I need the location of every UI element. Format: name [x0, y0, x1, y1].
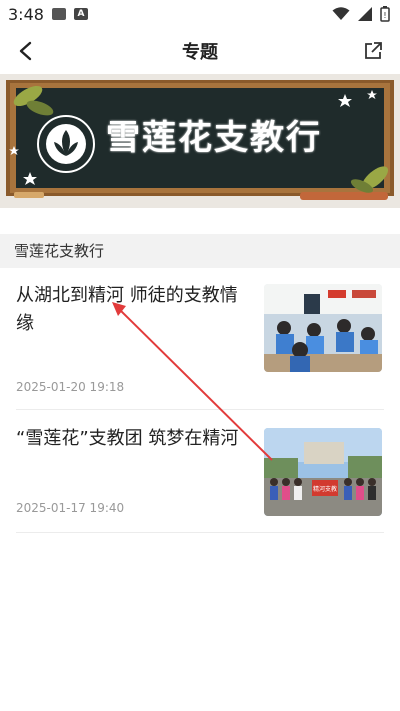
image-notification-icon [51, 8, 66, 20]
news-thumbnail: 精河支教 [264, 428, 382, 516]
group-banner-text: 精河支教 [313, 485, 337, 493]
battery-icon: ! [380, 6, 390, 22]
status-time: 3:48 [8, 4, 44, 24]
back-arrow-icon [19, 41, 32, 61]
banner-title: 雪莲花支教行 [106, 118, 322, 158]
signal-icon [358, 7, 372, 21]
section-title: 雪莲花支教行 [0, 234, 400, 268]
news-date: 2025-01-17 19:40 [16, 501, 125, 515]
share-button[interactable] [358, 36, 388, 66]
spacer [0, 208, 400, 234]
news-item[interactable]: “雪莲花”支教团 筑梦在精河 2025-01-17 19:40 精河支教 [16, 425, 384, 521]
status-bar: 3:48 A ! [0, 0, 400, 28]
divider [16, 532, 384, 533]
share-icon [365, 42, 382, 59]
news-headline: 从湖北到精河 师徒的支教情缘 [16, 285, 238, 334]
news-item[interactable]: 从湖北到精河 师徒的支教情缘 2025-01-20 19:18 [16, 282, 384, 396]
back-button[interactable] [10, 36, 40, 66]
app-bar: 专题 [0, 28, 400, 74]
news-headline: “雪莲花”支教团 筑梦在精河 [16, 428, 239, 449]
news-date: 2025-01-20 19:18 [16, 380, 125, 394]
divider [16, 409, 384, 410]
svg-text:!: ! [383, 11, 386, 20]
page-title: 专题 [182, 42, 218, 63]
topic-banner: 雪莲花支教行 [0, 74, 400, 208]
news-thumbnail [264, 284, 382, 372]
wifi-icon [332, 7, 350, 20]
app-notification-icon: A [73, 8, 88, 20]
